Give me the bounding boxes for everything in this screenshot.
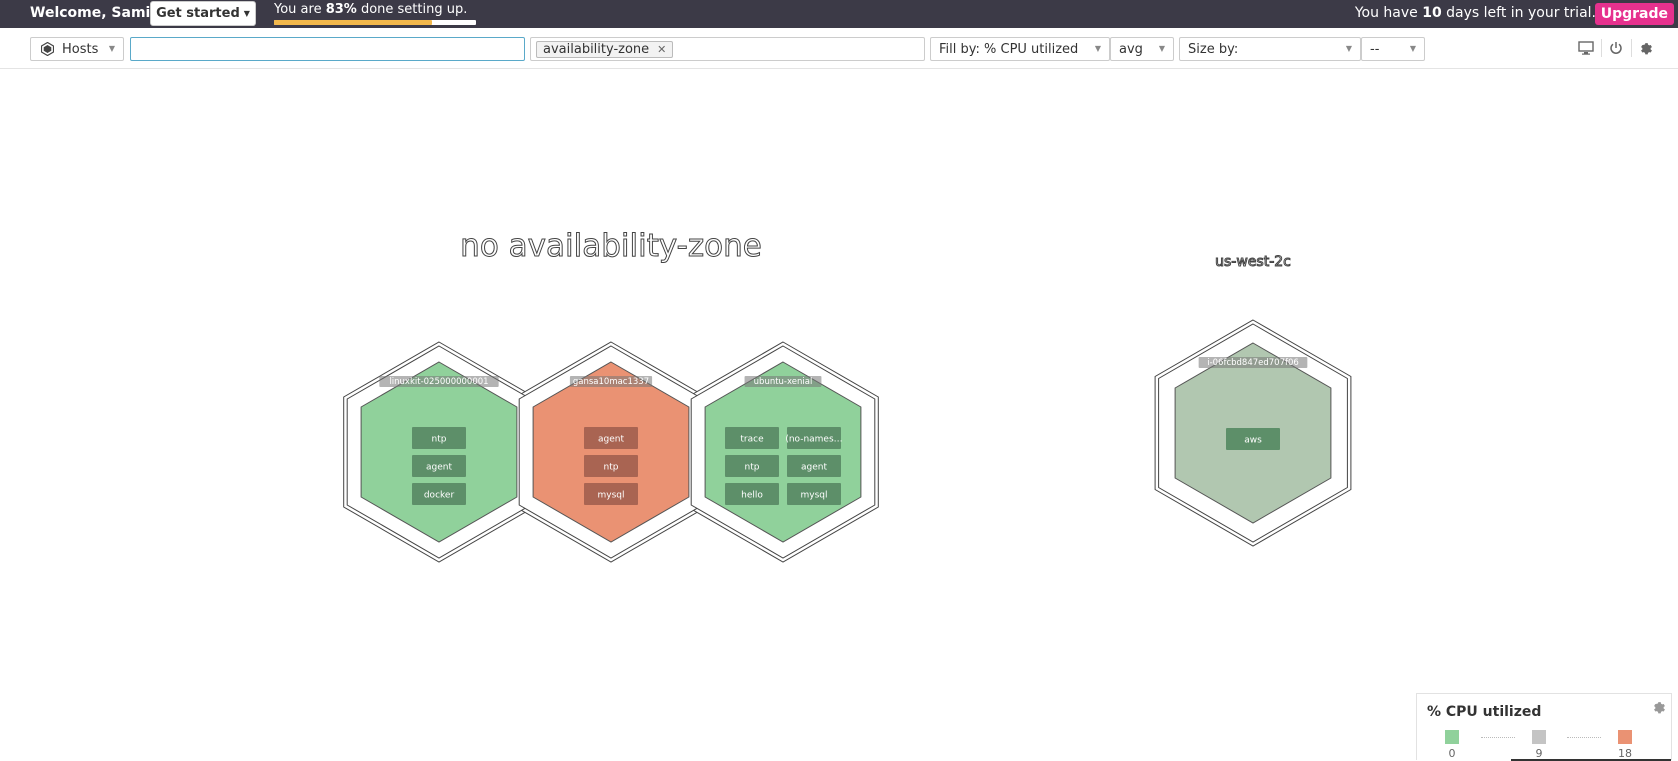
host-name: ubuntu-xenial bbox=[754, 377, 813, 387]
welcome-text: Welcome, Samir! bbox=[30, 5, 164, 21]
legend-min-label: 0 bbox=[1448, 747, 1456, 760]
size-aggregation-select[interactable]: -- ▼ bbox=[1361, 37, 1425, 61]
view-type-label: Hosts bbox=[62, 41, 99, 57]
toolbar-divider bbox=[1601, 39, 1602, 57]
monitor-icon[interactable] bbox=[1575, 37, 1597, 59]
caret-down-icon: ▼ bbox=[1094, 44, 1101, 53]
trial-prefix: You have bbox=[1354, 5, 1423, 21]
caret-down-icon: ▼ bbox=[1158, 44, 1165, 53]
host-tag-label: hello bbox=[741, 491, 763, 501]
host-group: no availability-zone linuxkit-02500000000… bbox=[343, 228, 879, 563]
caret-down-icon: ▼ bbox=[108, 44, 115, 53]
size-by-select[interactable]: Size by: ▼ bbox=[1179, 37, 1361, 61]
host-tag-label: ntp bbox=[604, 463, 619, 473]
host-tag-label: mysql bbox=[801, 491, 828, 501]
fill-by-select[interactable]: Fill by: % CPU utilized ▼ bbox=[930, 37, 1110, 61]
host-name: gansa10mac1337 bbox=[573, 377, 649, 387]
get-started-label: Get started bbox=[156, 6, 240, 21]
host-tag-label: agent bbox=[426, 463, 452, 473]
legend-swatch-max bbox=[1618, 730, 1632, 744]
fill-by-label: Fill by: % CPU utilized bbox=[939, 41, 1079, 57]
upgrade-button[interactable]: Upgrade bbox=[1594, 3, 1674, 25]
size-aggregation-label: -- bbox=[1370, 41, 1380, 57]
cpu-legend: % CPU utilized 0 9 18 bbox=[1416, 693, 1672, 761]
setup-prefix: You are bbox=[274, 2, 326, 17]
legend-separator bbox=[1481, 737, 1515, 738]
host-tag-label: trace bbox=[740, 435, 764, 445]
trial-status: You have 10 days left in your trial. bbox=[1355, 5, 1596, 21]
hostmap-toolbar: Hosts ▼ availability-zone ✕ Fill by: % C… bbox=[0, 30, 1678, 69]
group-label: no availability-zone bbox=[460, 228, 762, 264]
caret-down-icon: ▼ bbox=[1345, 44, 1352, 53]
host-name: i-06fcbd847ed707f06 bbox=[1207, 358, 1299, 368]
view-type-select[interactable]: Hosts ▼ bbox=[30, 37, 124, 61]
host-name: linuxkit-025000000001 bbox=[389, 377, 488, 387]
setup-suffix: done setting up. bbox=[356, 2, 468, 17]
gear-icon[interactable] bbox=[1635, 37, 1657, 59]
gear-icon[interactable] bbox=[1652, 700, 1667, 715]
host-tag-label: ntp bbox=[745, 463, 760, 473]
legend-separator bbox=[1567, 737, 1601, 738]
filter-input[interactable] bbox=[130, 37, 525, 61]
setup-progress-fill bbox=[274, 20, 432, 25]
host-tag-label: (no-names… bbox=[785, 435, 842, 445]
get-started-button[interactable]: Get started ▼ bbox=[150, 1, 256, 26]
legend-title: % CPU utilized bbox=[1427, 704, 1542, 720]
host-tag-label: mysql bbox=[598, 491, 625, 501]
group-tag-label: availability-zone bbox=[543, 42, 650, 57]
host-group: us-west-2c i-06fcbd847ed707f06 aws bbox=[1154, 254, 1352, 547]
host-map: no availability-zone linuxkit-02500000000… bbox=[0, 69, 1678, 760]
host-map-canvas: no availability-zone linuxkit-02500000000… bbox=[343, 228, 1352, 563]
setup-percent: 83% bbox=[325, 2, 357, 17]
host-tag-label: agent bbox=[801, 463, 827, 473]
size-by-label: Size by: bbox=[1188, 41, 1239, 57]
fill-aggregation-select[interactable]: avg ▼ bbox=[1110, 37, 1174, 61]
host-tag-label: aws bbox=[1244, 436, 1262, 446]
toolbar-divider bbox=[1631, 39, 1632, 57]
group-label: us-west-2c bbox=[1215, 254, 1291, 270]
power-icon[interactable] bbox=[1605, 37, 1627, 59]
caret-down-icon: ▼ bbox=[1409, 44, 1416, 53]
remove-tag-icon[interactable]: ✕ bbox=[657, 43, 666, 56]
group-by-field[interactable]: availability-zone ✕ bbox=[530, 37, 925, 61]
setup-progress-bar bbox=[274, 20, 476, 25]
host-tag-label: agent bbox=[598, 435, 624, 445]
legend-swatch-min bbox=[1445, 730, 1459, 744]
host-tag-label: ntp bbox=[432, 435, 447, 445]
legend-swatch-mid bbox=[1532, 730, 1546, 744]
fill-aggregation-label: avg bbox=[1119, 41, 1143, 57]
setup-status: You are 83% done setting up. bbox=[274, 2, 467, 17]
hexagon-icon bbox=[41, 42, 54, 56]
trial-suffix: days left in your trial. bbox=[1441, 5, 1596, 21]
trial-days: 10 bbox=[1422, 5, 1442, 21]
host-tag-label: docker bbox=[424, 491, 455, 501]
group-tag: availability-zone ✕ bbox=[536, 41, 674, 58]
top-bar: Welcome, Samir! Get started ▼ You are 83… bbox=[0, 0, 1678, 28]
caret-down-icon: ▼ bbox=[243, 9, 250, 18]
